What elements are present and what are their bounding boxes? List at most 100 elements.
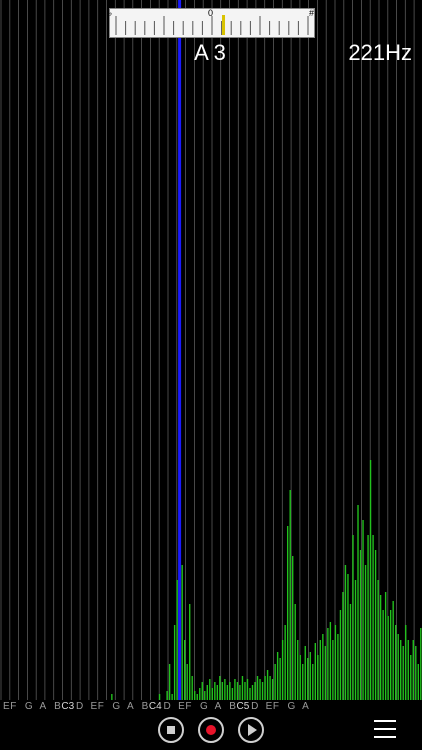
spectrum-bar <box>297 640 299 700</box>
pitch-marker-layer <box>178 0 182 700</box>
spectrum-bar <box>189 604 191 700</box>
axis-note-label: G <box>24 701 33 712</box>
spectrum-bar <box>256 676 259 700</box>
spectrum-bar <box>374 550 377 700</box>
spectrum-bar <box>332 640 334 700</box>
axis-note-label: F <box>10 701 17 712</box>
tuner-meter: ♭ 0 # <box>108 8 315 38</box>
note-axis: E F G A B C3 D E F G A B C4 D E F G A B C5 D E F G A <box>0 700 422 714</box>
spectrum-bar <box>234 679 236 700</box>
spectrum-bar <box>264 676 266 700</box>
spectrum-bar <box>407 640 409 700</box>
axis-note-label: G <box>200 701 208 712</box>
spectrum-bar <box>309 652 311 700</box>
spectrum-bar <box>284 625 286 700</box>
spectrum-bar <box>302 664 304 700</box>
spectrum-bar <box>307 658 309 700</box>
spectrum-bar <box>241 676 244 700</box>
spectrum-bar <box>412 640 414 700</box>
record-icon <box>206 725 216 735</box>
spectrum-bar <box>246 679 249 700</box>
spectrum-display <box>0 0 422 700</box>
spectrum-bar <box>281 640 284 700</box>
axis-note-label: F <box>272 701 279 712</box>
spectrum-bar <box>224 679 226 700</box>
detected-note: A 3 <box>194 40 226 65</box>
spectrum-bar <box>327 628 329 700</box>
spectrum-bar <box>317 655 319 700</box>
spectrum-bar <box>276 652 279 700</box>
hamburger-icon <box>374 736 396 738</box>
axis-note-label: A <box>214 701 222 712</box>
spectrum-bar <box>344 565 347 700</box>
spectrum-bar <box>254 682 256 700</box>
play-icon <box>248 724 257 736</box>
spectrum-bar <box>364 565 367 700</box>
axis-note-label: D <box>76 701 84 712</box>
stop-button[interactable] <box>158 717 184 743</box>
spectrum-bar <box>214 682 216 700</box>
spectrum-bar <box>420 628 422 700</box>
spectrum-bar <box>206 685 208 700</box>
axis-note-label: C5 <box>236 701 250 712</box>
spectrum-bar <box>274 664 276 700</box>
spectrum-bar <box>400 640 402 700</box>
spectrum-bar <box>322 634 324 700</box>
spectrum-bar <box>289 490 291 700</box>
spectrum-bar <box>415 646 417 700</box>
spectrum-bar <box>312 664 314 700</box>
axis-note-label: G <box>287 701 296 712</box>
spectrum-bar <box>410 655 412 700</box>
spectrum-bar <box>173 625 176 700</box>
spectrum-bar <box>201 682 203 700</box>
spectrum-bar <box>211 688 214 700</box>
hamburger-icon <box>374 728 396 730</box>
spectrum-bar <box>204 691 206 700</box>
detected-frequency: 221Hz <box>348 40 412 65</box>
axis-note-label: A <box>127 701 134 712</box>
flat-label: ♭ <box>108 8 113 18</box>
spectrum-bar <box>342 592 344 700</box>
spectrum-bar <box>259 679 261 700</box>
tuner-ticks <box>115 16 309 35</box>
spectrum-bar <box>352 535 354 700</box>
spectrum-bar <box>194 691 196 700</box>
spectrum-bar <box>199 688 201 700</box>
spectrum-bar <box>339 610 342 700</box>
spectrum-bar <box>387 616 389 700</box>
spectrum-bar <box>314 643 316 700</box>
spectrum-bar <box>231 688 234 700</box>
axis-note-label: E <box>265 701 273 712</box>
axis-note-label: F <box>97 701 104 712</box>
spectrum-bar <box>304 646 306 700</box>
play-button[interactable] <box>238 717 264 743</box>
spectrum-bar <box>266 670 269 700</box>
spectrum-bar <box>349 604 352 700</box>
record-button[interactable] <box>198 717 224 743</box>
spectrum-bar <box>244 682 246 700</box>
spectrum-bar <box>417 664 419 700</box>
axis-note-label: D <box>163 701 171 712</box>
spectrum-bar <box>209 679 211 700</box>
sharp-label: # <box>308 8 314 18</box>
spectrum-bar <box>334 625 337 700</box>
axis-note-label: A <box>39 701 47 712</box>
spectrum-bar <box>181 565 183 700</box>
spectrum-bar <box>392 601 394 700</box>
spectrum-bar <box>329 622 332 700</box>
axis-note-label: B <box>54 701 61 712</box>
axis-note-label: C3 <box>61 701 75 712</box>
spectrum-bar <box>229 682 231 700</box>
spectrum-bar <box>176 580 178 700</box>
spectrum-bar <box>397 634 399 700</box>
spectrum-bar <box>239 685 241 700</box>
spectrum-bar <box>299 655 301 700</box>
spectrum-bar <box>269 676 271 700</box>
spectrum-bar <box>362 520 364 700</box>
transport-controls <box>0 714 422 750</box>
spectrum-bar <box>369 460 372 700</box>
spectrum-bar <box>379 595 382 700</box>
spectrum-bar <box>279 658 281 700</box>
spectrum-bar <box>337 634 339 700</box>
menu-button[interactable] <box>374 720 396 738</box>
